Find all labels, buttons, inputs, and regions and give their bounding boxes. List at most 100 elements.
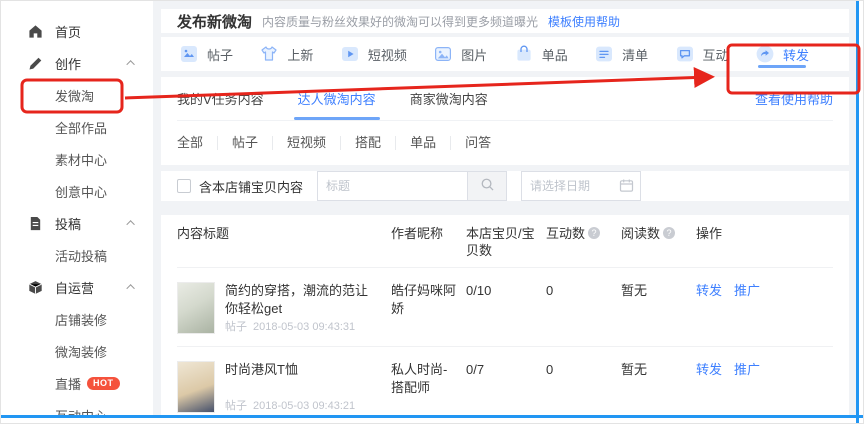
sidebar-item-label: 直播 bbox=[55, 374, 81, 393]
tab-label: 上新 bbox=[287, 45, 313, 64]
usage-help-link[interactable]: 查看使用帮助 bbox=[755, 89, 833, 108]
sidebar-item-label: 微淘装修 bbox=[55, 342, 107, 361]
sidebar-item-shop-decoration[interactable]: 店铺装修 bbox=[1, 303, 153, 335]
content-title[interactable]: 时尚港风T恤 bbox=[225, 361, 361, 379]
tab-post[interactable]: 帖子 bbox=[179, 37, 233, 71]
forward-action-link[interactable]: 转发 bbox=[696, 283, 722, 298]
col-header-actions: 操作 bbox=[696, 225, 833, 242]
col-header-interactions: 互动数 ? bbox=[546, 225, 621, 242]
sidebar-item-material-center[interactable]: 素材中心 bbox=[1, 143, 153, 175]
search-bar: 含本店铺宝贝内容 bbox=[161, 171, 849, 201]
table-row: 时尚港风T恤 帖子 2018-05-03 09:43:21 私人时尚-搭配师 0/… bbox=[177, 346, 833, 424]
forward-icon bbox=[755, 44, 775, 64]
info-icon[interactable]: ? bbox=[663, 227, 675, 239]
table-row: 简约的穿搭，潮流的范让你轻松get 帖子2018-05-03 09:43:31 … bbox=[177, 267, 833, 346]
interact-icon bbox=[675, 44, 695, 64]
content-type: 帖子 bbox=[225, 400, 247, 412]
title-search-input[interactable] bbox=[317, 171, 467, 201]
sidebar-item-label: 素材中心 bbox=[55, 150, 107, 169]
window-edge-bottom bbox=[1, 415, 863, 418]
single-item-icon bbox=[514, 44, 534, 64]
search-button[interactable] bbox=[467, 171, 507, 201]
filter-single-item[interactable]: 单品 bbox=[396, 136, 451, 150]
author-name: 皓仔妈咪阿娇 bbox=[391, 282, 466, 318]
short-video-icon bbox=[340, 44, 360, 64]
goods-count: 0/7 bbox=[466, 361, 546, 379]
page-subtitle: 内容质量与粉丝效果好的微淘可以得到更多频道曝光 bbox=[262, 13, 538, 30]
sidebar-item-submission[interactable]: 投稿 bbox=[1, 207, 153, 239]
read-count: 暂无 bbox=[621, 361, 696, 379]
tab-my-v-task-content[interactable]: 我的V任务内容 bbox=[177, 77, 264, 120]
tab-picture[interactable]: 图片 bbox=[433, 37, 487, 71]
tab-label: 达人微淘内容 bbox=[298, 89, 376, 108]
sidebar-item-publish-weitao[interactable]: 发微淘 bbox=[1, 79, 153, 111]
app-window: 首页 创作 发微淘 全部作品 素材中心 创意中心 bbox=[0, 0, 864, 424]
content-title[interactable]: 简约的穿搭，潮流的范让你轻松get bbox=[225, 282, 375, 318]
content-tabs-section: 我的V任务内容 达人微淘内容 商家微淘内容 查看使用帮助 全部 帖子 短视频 搭… bbox=[161, 77, 849, 165]
sidebar-item-self-operation[interactable]: 自运营 bbox=[1, 271, 153, 303]
sidebar-item-label: 发微淘 bbox=[55, 86, 94, 105]
sidebar-item-home[interactable]: 首页 bbox=[1, 15, 153, 47]
tab-daren-weitao-content[interactable]: 达人微淘内容 bbox=[298, 77, 376, 120]
info-icon[interactable]: ? bbox=[588, 227, 600, 239]
tab-single-item[interactable]: 单品 bbox=[514, 37, 568, 71]
main-content: 发布新微淘 内容质量与粉丝效果好的微淘可以得到更多频道曝光 模板使用帮助 帖子 … bbox=[153, 1, 863, 424]
page-header: 发布新微淘 内容质量与粉丝效果好的微淘可以得到更多频道曝光 模板使用帮助 bbox=[161, 9, 849, 33]
window-edge-gap bbox=[1, 418, 863, 423]
sidebar-item-weitao-decoration[interactable]: 微淘装修 bbox=[1, 335, 153, 367]
tab-interact[interactable]: 互动 bbox=[675, 37, 729, 71]
tab-label: 我的V任务内容 bbox=[177, 89, 264, 108]
page-title: 发布新微淘 bbox=[177, 11, 252, 32]
promote-action-link[interactable]: 推广 bbox=[734, 283, 760, 298]
sidebar-item-label: 自运营 bbox=[55, 278, 94, 297]
promote-action-link[interactable]: 推广 bbox=[734, 362, 760, 377]
tab-forward[interactable]: 转发 bbox=[755, 37, 809, 71]
content-meta: 帖子2018-05-03 09:43:31 bbox=[225, 318, 375, 334]
sidebar-item-label: 创作 bbox=[55, 54, 81, 73]
window-edge-gap bbox=[859, 1, 863, 423]
include-shop-items-checkbox[interactable] bbox=[177, 179, 191, 193]
col-header-title: 内容标题 bbox=[177, 225, 391, 242]
sidebar-item-create[interactable]: 创作 bbox=[1, 47, 153, 79]
content-thumbnail[interactable] bbox=[177, 282, 215, 334]
tab-label: 图片 bbox=[461, 45, 487, 64]
col-header-label: 互动数 bbox=[546, 225, 585, 242]
col-header-label: 阅读数 bbox=[621, 225, 660, 242]
chevron-up-icon bbox=[126, 284, 134, 292]
filter-outfit[interactable]: 搭配 bbox=[341, 136, 396, 150]
tab-list[interactable]: 清单 bbox=[594, 37, 648, 71]
sidebar-item-activity-submission[interactable]: 活动投稿 bbox=[1, 239, 153, 271]
document-icon bbox=[27, 215, 43, 231]
content-time: 2018-05-03 09:43:31 bbox=[253, 321, 355, 333]
filter-short-video[interactable]: 短视频 bbox=[273, 136, 341, 150]
home-icon bbox=[27, 23, 43, 39]
tab-label: 短视频 bbox=[368, 45, 407, 64]
filter-post[interactable]: 帖子 bbox=[218, 136, 273, 150]
post-icon bbox=[179, 44, 199, 64]
content-filter-tabs: 全部 帖子 短视频 搭配 单品 问答 bbox=[177, 121, 833, 165]
table-header: 内容标题 作者昵称 本店宝贝/宝贝数 互动数 ? 阅读数 ? 操作 bbox=[177, 215, 833, 267]
content-time: 2018-05-03 09:43:21 bbox=[253, 400, 355, 412]
sidebar-item-creative-center[interactable]: 创意中心 bbox=[1, 175, 153, 207]
sidebar-item-live[interactable]: 直播 HOT bbox=[1, 367, 153, 399]
tab-label: 商家微淘内容 bbox=[410, 89, 488, 108]
tab-label: 互动 bbox=[703, 45, 729, 64]
list-icon bbox=[594, 44, 614, 64]
tab-merchant-weitao-content[interactable]: 商家微淘内容 bbox=[410, 77, 488, 120]
sidebar-item-label: 创意中心 bbox=[55, 182, 107, 201]
author-name: 私人时尚-搭配师 bbox=[391, 361, 466, 397]
filter-qa[interactable]: 问答 bbox=[451, 136, 505, 150]
tab-label: 帖子 bbox=[207, 45, 233, 64]
new-arrival-icon bbox=[259, 44, 279, 64]
forward-action-link[interactable]: 转发 bbox=[696, 362, 722, 377]
content-meta: 帖子 2018-05-03 09:43:21 bbox=[225, 397, 361, 413]
read-count: 暂无 bbox=[621, 282, 696, 300]
content-thumbnail[interactable] bbox=[177, 361, 215, 413]
window-edge-right bbox=[856, 1, 859, 423]
sidebar-item-all-works[interactable]: 全部作品 bbox=[1, 111, 153, 143]
template-help-link[interactable]: 模板使用帮助 bbox=[548, 13, 620, 30]
col-header-author: 作者昵称 bbox=[391, 225, 466, 242]
tab-new-arrival[interactable]: 上新 bbox=[259, 37, 313, 71]
tab-short-video[interactable]: 短视频 bbox=[340, 37, 407, 71]
filter-all[interactable]: 全部 bbox=[177, 136, 218, 150]
